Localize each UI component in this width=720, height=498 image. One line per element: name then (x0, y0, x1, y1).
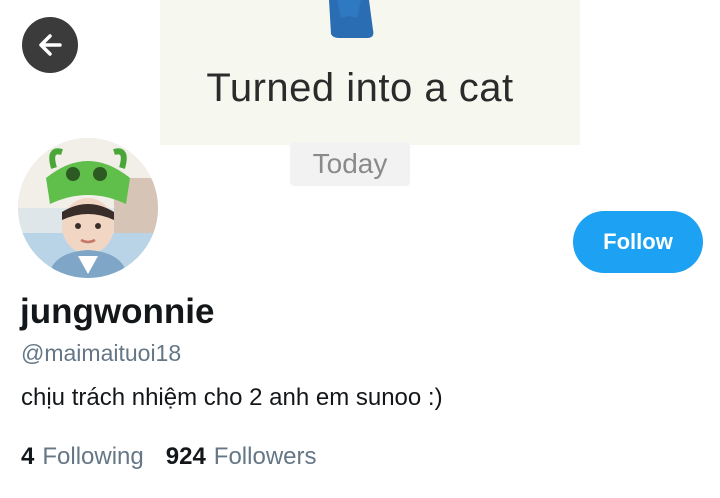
avatar[interactable] (15, 135, 161, 281)
cat-icon (329, 0, 374, 38)
following-link[interactable]: 4 Following (21, 443, 144, 471)
following-label: Following (42, 443, 144, 470)
followers-label: Followers (213, 443, 317, 470)
avatar-photo (18, 138, 158, 278)
followers-link[interactable]: 924 Followers (166, 443, 317, 471)
profile-bio: chịu trách nhiệm cho 2 anh em sunoo :) (21, 384, 443, 411)
display-name: jungwonnie (20, 292, 215, 331)
arrow-left-icon (39, 34, 62, 56)
user-handle: @maimaituoi18 (21, 340, 182, 366)
following-count: 4 (21, 443, 35, 470)
follow-button[interactable]: Follow (573, 211, 703, 273)
back-button[interactable] (22, 17, 78, 73)
followers-count: 924 (165, 443, 206, 470)
date-label: Today (312, 148, 388, 179)
banner-title: Turned into a cat (206, 66, 514, 110)
profile-stats: 4 Following 924 Followers (21, 443, 339, 471)
